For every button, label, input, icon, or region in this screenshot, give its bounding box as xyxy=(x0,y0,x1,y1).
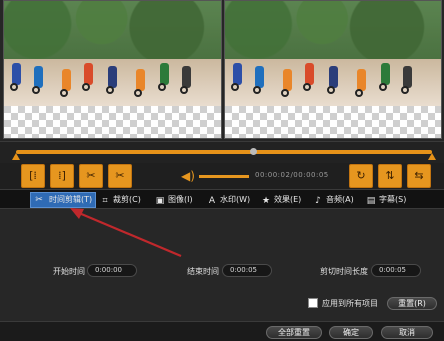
bike-wheel xyxy=(158,83,166,91)
tab-label: 水印(W) xyxy=(220,195,251,204)
tab-label: 时间剪辑(T) xyxy=(49,195,93,204)
original-preview xyxy=(3,0,222,139)
playhead[interactable] xyxy=(250,148,257,155)
trim-length-field[interactable]: 0:00:05 xyxy=(371,264,421,277)
mark-in-icon: [⁞ xyxy=(29,169,37,182)
bike-wheel xyxy=(134,89,142,97)
rider-figure xyxy=(283,69,292,91)
tab-effects[interactable]: 效果(E) xyxy=(274,192,301,208)
start-time-label: 开始时间 xyxy=(53,267,85,276)
apply-to-all-label: 应用到所有项目 xyxy=(322,299,378,308)
playback-controls: [⁞ ⁞] ✂ ✂ ◀) 00:00:02/00:00:05 ↻ ⇅ ⇆ xyxy=(0,163,444,189)
tab-audio[interactable]: 音频(A) xyxy=(326,192,354,208)
trim-length-label: 剪切时间长度 xyxy=(320,267,368,276)
flip-vertical-icon: ⇅ xyxy=(385,169,395,182)
bike-wheel xyxy=(253,86,261,94)
rider-figure xyxy=(305,63,314,85)
bike-wheel xyxy=(106,86,114,94)
flip-horizontal-icon: ⇆ xyxy=(414,169,424,182)
bike-wheel xyxy=(32,86,40,94)
bike-wheel xyxy=(401,86,409,94)
edit-tabs: ✂ 时间剪辑(T) ⌗ 裁剪(C) ▣ 图像(I) A 水印(W) ★ 效果(E… xyxy=(0,189,444,209)
rider-figure xyxy=(108,66,117,88)
rider-figure xyxy=(329,66,338,88)
preview-frame-left xyxy=(4,1,221,106)
rider-figure xyxy=(357,69,366,91)
mark-in-button[interactable]: [⁞ xyxy=(21,164,45,188)
cut-left-button[interactable]: ✂ xyxy=(79,164,103,188)
speaker-icon[interactable]: ◀) xyxy=(181,169,195,183)
apply-to-all-checkbox[interactable] xyxy=(308,298,318,308)
bike-wheel xyxy=(281,89,289,97)
rider-figure xyxy=(255,66,264,88)
video-editor-window: [⁞ ⁞] ✂ ✂ ◀) 00:00:02/00:00:05 ↻ ⇅ ⇆ ✂ 时… xyxy=(0,0,444,341)
preview-frame-right xyxy=(225,1,441,106)
end-time-label: 结束时间 xyxy=(187,267,219,276)
trim-end-handle[interactable] xyxy=(428,153,436,160)
scissors-left-icon: ✂ xyxy=(86,169,96,182)
rotate-icon: ↻ xyxy=(356,169,366,182)
bike-wheel xyxy=(231,83,239,91)
tab-label: 图像(I) xyxy=(168,195,193,204)
bike-wheel xyxy=(303,83,311,91)
flip-vertical-button[interactable]: ⇅ xyxy=(378,164,402,188)
rider-figure xyxy=(34,66,43,88)
bike-wheel xyxy=(60,89,68,97)
timeline-slider[interactable] xyxy=(0,141,444,163)
scissors-icon: ✂ xyxy=(35,195,43,205)
volume-slider[interactable] xyxy=(199,175,249,178)
rider-figure xyxy=(160,63,169,85)
bike-wheel xyxy=(10,83,18,91)
bike-wheel xyxy=(82,83,90,91)
rotate-button[interactable]: ↻ xyxy=(349,164,373,188)
tab-subtitles[interactable]: 字幕(S) xyxy=(379,192,406,208)
ok-button[interactable]: 确定 xyxy=(329,326,373,339)
output-preview xyxy=(224,0,442,139)
tab-label: 音频(A) xyxy=(326,195,354,204)
subtitle-icon: ▤ xyxy=(366,196,376,206)
music-note-icon: ♪ xyxy=(315,196,321,206)
tab-time-trim[interactable]: ✂ 时间剪辑(T) xyxy=(30,192,96,208)
rider-figure xyxy=(381,63,390,85)
cancel-button[interactable]: 取消 xyxy=(381,326,433,339)
cut-right-button[interactable]: ✂ xyxy=(108,164,132,188)
rider-figure xyxy=(182,66,191,88)
bike-wheel xyxy=(180,86,188,94)
tab-watermark[interactable]: 水印(W) xyxy=(220,192,250,208)
time-readout: 00:00:02/00:00:05 xyxy=(255,171,329,179)
tab-crop[interactable]: 裁剪(C) xyxy=(113,192,141,208)
rider-figure xyxy=(403,66,412,88)
trim-start-handle[interactable] xyxy=(12,153,20,160)
crop-icon: ⌗ xyxy=(102,196,108,206)
reset-all-button[interactable]: 全部重置 xyxy=(266,326,322,339)
mark-out-icon: ⁞] xyxy=(58,169,66,182)
rider-figure xyxy=(12,63,21,85)
tab-label: 裁剪(C) xyxy=(113,195,141,204)
scissors-right-icon: ✂ xyxy=(115,169,125,182)
flip-horizontal-button[interactable]: ⇆ xyxy=(407,164,431,188)
dialog-footer xyxy=(0,321,444,341)
start-time-field[interactable]: 0:00:00 xyxy=(87,264,137,277)
reset-button[interactable]: 重置(R) xyxy=(387,297,437,310)
tab-label: 字幕(S) xyxy=(379,195,407,204)
watermark-icon: A xyxy=(208,196,216,206)
image-icon: ▣ xyxy=(155,196,165,206)
star-icon: ★ xyxy=(261,196,271,206)
bike-wheel xyxy=(327,86,335,94)
mark-out-button[interactable]: ⁞] xyxy=(50,164,74,188)
timeline-range-bar xyxy=(16,150,432,154)
rider-figure xyxy=(84,63,93,85)
bike-wheel xyxy=(379,83,387,91)
end-time-field[interactable]: 0:00:05 xyxy=(222,264,272,277)
rider-figure xyxy=(62,69,71,91)
tab-label: 效果(E) xyxy=(274,195,302,204)
bike-wheel xyxy=(355,89,363,97)
rider-figure xyxy=(136,69,145,91)
tab-image[interactable]: 图像(I) xyxy=(168,192,193,208)
rider-figure xyxy=(233,63,242,85)
